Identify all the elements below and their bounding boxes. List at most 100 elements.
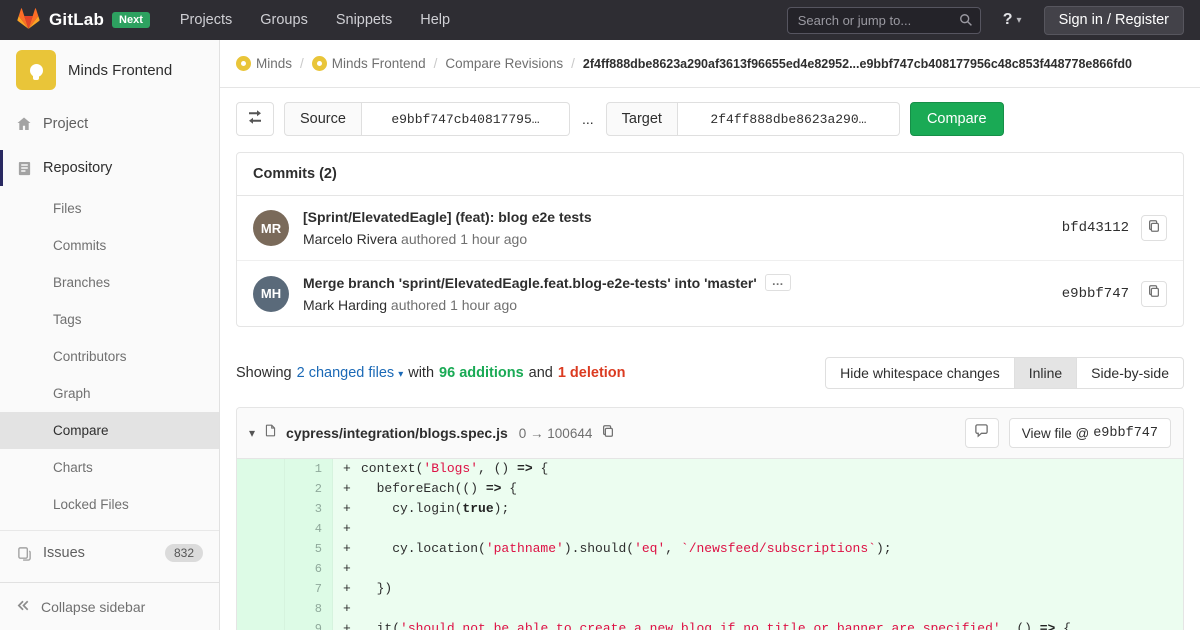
old-line-number[interactable] (237, 619, 285, 630)
double-chevron-left-icon (16, 598, 31, 616)
old-line-number[interactable] (237, 539, 285, 559)
repository-icon (16, 161, 32, 176)
old-line-number[interactable] (237, 459, 285, 479)
source-group: Source (284, 102, 570, 136)
sidebar-item-repository[interactable]: Repository (0, 146, 219, 190)
diff-file-path[interactable]: cypress/integration/blogs.spec.js (286, 425, 508, 441)
compare-button[interactable]: Compare (910, 102, 1004, 136)
nav-link-groups[interactable]: Groups (260, 12, 308, 28)
breadcrumb-minds-frontend[interactable]: Minds Frontend (312, 56, 426, 71)
code-line: + }) (333, 579, 392, 599)
nav-link-snippets[interactable]: Snippets (336, 12, 392, 28)
target-label: Target (606, 102, 678, 136)
hide-whitespace-button[interactable]: Hide whitespace changes (825, 357, 1015, 389)
sidebar-item-files[interactable]: Files (0, 190, 219, 227)
new-line-number[interactable]: 3 (285, 499, 333, 519)
diff-line: 2+ beforeEach(() => { (237, 479, 1183, 499)
nav-link-projects[interactable]: Projects (180, 12, 232, 28)
target-input[interactable] (678, 102, 900, 136)
view-file-button[interactable]: View file @ e9bbf747 (1009, 418, 1171, 448)
commit-sha[interactable]: e9bbf747 (1062, 286, 1129, 302)
question-icon: ? (1003, 11, 1013, 29)
sidebar-item-charts[interactable]: Charts (0, 449, 219, 486)
search-input[interactable] (787, 7, 981, 34)
code-line: + (333, 599, 361, 619)
old-line-number[interactable] (237, 599, 285, 619)
breadcrumb-separator: / (300, 56, 304, 71)
code-line: + (333, 559, 361, 579)
issues-icon (16, 546, 32, 561)
sidebar-item-graph[interactable]: Graph (0, 375, 219, 412)
home-icon (16, 116, 32, 132)
sidebar-item-label: Project (43, 116, 88, 132)
commit-title[interactable]: [Sprint/ElevatedEagle] (feat): blog e2e … (303, 209, 1062, 225)
avatar[interactable]: MR (253, 210, 289, 246)
sign-in-button[interactable]: Sign in / Register (1044, 6, 1184, 35)
diff-line: 5+ cy.location('pathname').should('eq', … (237, 539, 1183, 559)
collapse-sidebar-button[interactable]: Collapse sidebar (0, 582, 219, 630)
help-dropdown[interactable]: ? ▾ (1003, 11, 1022, 29)
project-context-header[interactable]: Minds Frontend (0, 40, 219, 100)
old-line-number[interactable] (237, 499, 285, 519)
code-line: + cy.login(true); (333, 499, 509, 519)
new-line-number[interactable]: 4 (285, 519, 333, 539)
sidebar-item-branches[interactable]: Branches (0, 264, 219, 301)
new-line-number[interactable]: 5 (285, 539, 333, 559)
commit-title[interactable]: Merge branch 'sprint/ElevatedEagle.feat.… (303, 274, 1062, 291)
old-line-number[interactable] (237, 479, 285, 499)
repo-submenu: FilesCommitsBranchesTagsContributorsGrap… (0, 190, 219, 523)
old-line-number[interactable] (237, 559, 285, 579)
new-line-number[interactable]: 6 (285, 559, 333, 579)
breadcrumb: Minds / Minds Frontend / Compare Revisio… (220, 40, 1200, 88)
copy-sha-button[interactable] (1141, 281, 1167, 307)
commit-author[interactable]: Mark Harding (303, 297, 387, 313)
source-input[interactable] (362, 102, 570, 136)
chevron-down-icon: ▾ (1017, 15, 1022, 26)
top-navbar: GitLab Next Projects Groups Snippets Hel… (0, 0, 1200, 40)
project-name: Minds Frontend (68, 62, 172, 79)
toggle-comments-button[interactable] (965, 418, 999, 448)
swap-revisions-button[interactable] (236, 102, 274, 136)
sidebar-item-compare[interactable]: Compare (0, 412, 219, 449)
next-badge: Next (112, 12, 150, 28)
breadcrumb-label: Compare Revisions (445, 56, 563, 71)
avatar[interactable]: MH (253, 276, 289, 312)
new-line-number[interactable]: 9 (285, 619, 333, 630)
breadcrumb-label: Minds (256, 56, 292, 71)
copy-icon (1147, 284, 1161, 303)
sidebar: Minds Frontend Project Repository FilesC… (0, 40, 220, 630)
inline-view-button[interactable]: Inline (1014, 357, 1077, 389)
commits-panel: Commits (2) MR [Sprint/ElevatedEagle] (f… (236, 152, 1184, 327)
side-by-side-view-button[interactable]: Side-by-side (1076, 357, 1184, 389)
expand-description-button[interactable]: … (765, 274, 791, 291)
new-line-number[interactable]: 8 (285, 599, 333, 619)
search-icon[interactable] (959, 13, 973, 32)
new-line-number[interactable]: 2 (285, 479, 333, 499)
new-line-number[interactable]: 7 (285, 579, 333, 599)
diff-line: 3+ cy.login(true); (237, 499, 1183, 519)
sidebar-item-contributors[interactable]: Contributors (0, 338, 219, 375)
sidebar-item-issues[interactable]: Issues 832 (0, 531, 219, 575)
old-line-number[interactable] (237, 519, 285, 539)
new-line-number[interactable]: 1 (285, 459, 333, 479)
breadcrumb-compare-revisions[interactable]: Compare Revisions (445, 56, 563, 71)
sidebar-item-project[interactable]: Project (0, 102, 219, 146)
project-avatar-icon (312, 56, 327, 71)
old-line-number[interactable] (237, 579, 285, 599)
commit-sha[interactable]: bfd43112 (1062, 220, 1129, 236)
nav-link-help[interactable]: Help (420, 12, 450, 28)
gitlab-brand[interactable]: GitLab Next (16, 6, 150, 35)
sidebar-item-locked-files[interactable]: Locked Files (0, 486, 219, 523)
sidebar-item-commits[interactable]: Commits (0, 227, 219, 264)
swap-arrows-icon (247, 109, 263, 130)
code-line: + beforeEach(() => { (333, 479, 517, 499)
breadcrumb-minds[interactable]: Minds (236, 56, 292, 71)
collapse-diff-icon[interactable]: ▾ (249, 426, 255, 440)
collapse-label: Collapse sidebar (41, 599, 145, 615)
copy-sha-button[interactable] (1141, 215, 1167, 241)
sidebar-item-tags[interactable]: Tags (0, 301, 219, 338)
changed-files-dropdown[interactable]: 2 changed files ▾ (297, 365, 404, 381)
commit-author[interactable]: Marcelo Rivera (303, 231, 397, 247)
copy-path-icon[interactable] (601, 424, 615, 443)
issues-count-badge: 832 (165, 544, 203, 562)
